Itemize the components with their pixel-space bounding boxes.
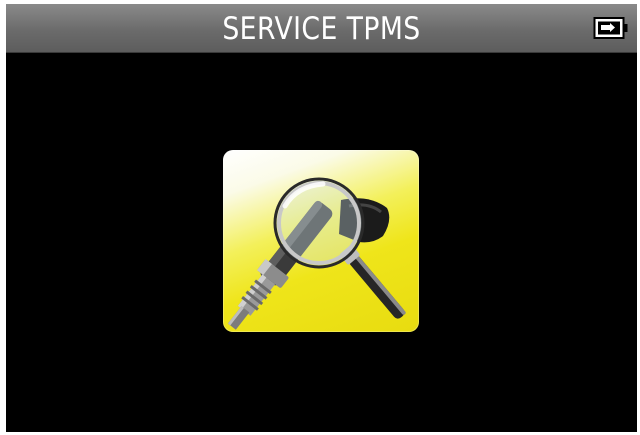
screen: SERVICE TPMS	[6, 4, 637, 432]
screen-title: SERVICE TPMS	[222, 11, 421, 47]
service-tpms-app-button[interactable]	[223, 150, 419, 332]
device-frame: SERVICE TPMS	[0, 0, 640, 435]
battery-icon	[593, 17, 628, 39]
tpms-sensor-magnifier-icon	[227, 177, 406, 330]
title-bar: SERVICE TPMS	[6, 4, 637, 53]
